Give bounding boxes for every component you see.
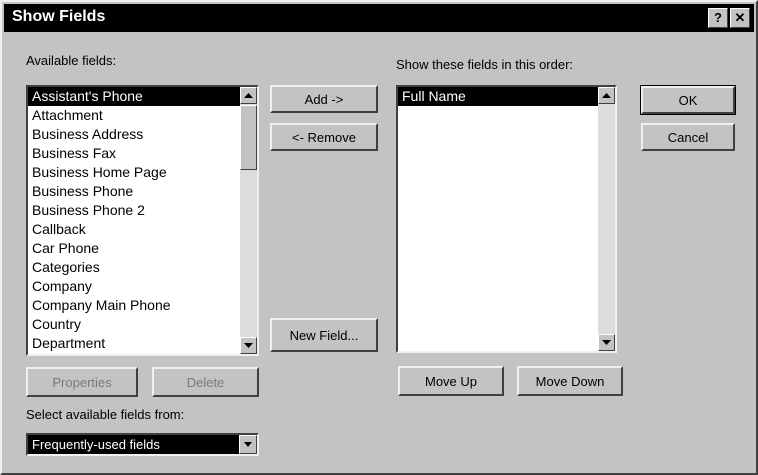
title-bar: Show Fields ? ✕ xyxy=(4,4,754,32)
close-button[interactable]: ✕ xyxy=(730,8,750,28)
help-button[interactable]: ? xyxy=(708,8,728,28)
source-label: Select available fields from: xyxy=(26,407,185,422)
source-dropdown[interactable]: Frequently-used fields xyxy=(26,433,259,456)
list-item[interactable]: Country xyxy=(28,315,242,334)
properties-button[interactable]: Properties xyxy=(26,367,138,397)
list-item[interactable]: Car Phone xyxy=(28,239,242,258)
ok-button-label: OK xyxy=(678,92,698,108)
shown-fields-label: Show these fields in this order: xyxy=(396,57,574,72)
list-item[interactable]: Categories xyxy=(28,258,242,277)
delete-button-label: Delete xyxy=(186,374,225,390)
delete-button[interactable]: Delete xyxy=(152,367,259,397)
list-item[interactable]: Assistant's Phone xyxy=(28,87,242,106)
list-item[interactable]: Business Address xyxy=(28,125,242,144)
available-fields-label: Available fields: xyxy=(26,53,117,68)
list-item[interactable]: Callback xyxy=(28,220,242,239)
shown-fields-list[interactable]: Full Name xyxy=(396,85,617,353)
scroll-down-button[interactable] xyxy=(598,334,615,351)
remove-button-label: <- Remove xyxy=(292,129,356,145)
move-down-button-label: Move Down xyxy=(535,373,605,389)
list-item[interactable]: Business Phone xyxy=(28,182,242,201)
scroll-up-button[interactable] xyxy=(240,87,257,104)
scroll-down-button[interactable] xyxy=(240,337,257,354)
add-button[interactable]: Add -> xyxy=(270,85,378,113)
scroll-thumb[interactable] xyxy=(240,105,257,170)
scroll-down-arrow-icon xyxy=(602,340,611,345)
source-dropdown-value: Frequently-used fields xyxy=(32,437,160,452)
new-field-button-label: New Field... xyxy=(289,327,359,343)
move-up-button-label: Move Up xyxy=(424,373,478,389)
scroll-up-arrow-icon xyxy=(602,93,611,98)
cancel-button[interactable]: Cancel xyxy=(641,123,735,151)
remove-button[interactable]: <- Remove xyxy=(270,123,378,151)
list-item[interactable]: Business Phone 2 xyxy=(28,201,242,220)
shown-fields-scrollbar[interactable] xyxy=(598,87,615,351)
properties-button-label: Properties xyxy=(52,374,112,390)
scroll-down-arrow-icon xyxy=(244,343,253,348)
shown-fields-items: Full Name xyxy=(398,87,598,106)
list-item[interactable]: Business Home Page xyxy=(28,163,242,182)
available-fields-scrollbar[interactable] xyxy=(240,87,257,354)
cancel-button-label: Cancel xyxy=(667,129,709,145)
move-down-button[interactable]: Move Down xyxy=(517,366,623,396)
add-button-label: Add -> xyxy=(304,91,344,107)
dialog-title: Show Fields xyxy=(12,8,106,25)
scroll-up-arrow-icon xyxy=(244,93,253,98)
ok-button[interactable]: OK xyxy=(640,85,736,115)
available-fields-items: Assistant's Phone Attachment Business Addr… xyxy=(28,87,242,353)
move-up-button[interactable]: Move Up xyxy=(398,366,504,396)
list-item[interactable]: Attachment xyxy=(28,106,242,125)
list-item[interactable]: Company Main Phone xyxy=(28,296,242,315)
list-item[interactable]: Department xyxy=(28,334,242,353)
list-item[interactable]: Company xyxy=(28,277,242,296)
available-fields-list[interactable]: Assistant's Phone Attachment Business Addr… xyxy=(26,85,259,356)
show-fields-dialog: Show Fields ? ✕ Available fields: Assist… xyxy=(0,0,758,475)
scroll-up-button[interactable] xyxy=(598,87,615,104)
new-field-button[interactable]: New Field... xyxy=(270,318,378,352)
list-item[interactable]: Full Name xyxy=(398,87,598,106)
chevron-down-icon xyxy=(244,442,252,447)
dropdown-button[interactable] xyxy=(239,435,257,454)
list-item[interactable]: Business Fax xyxy=(28,144,242,163)
